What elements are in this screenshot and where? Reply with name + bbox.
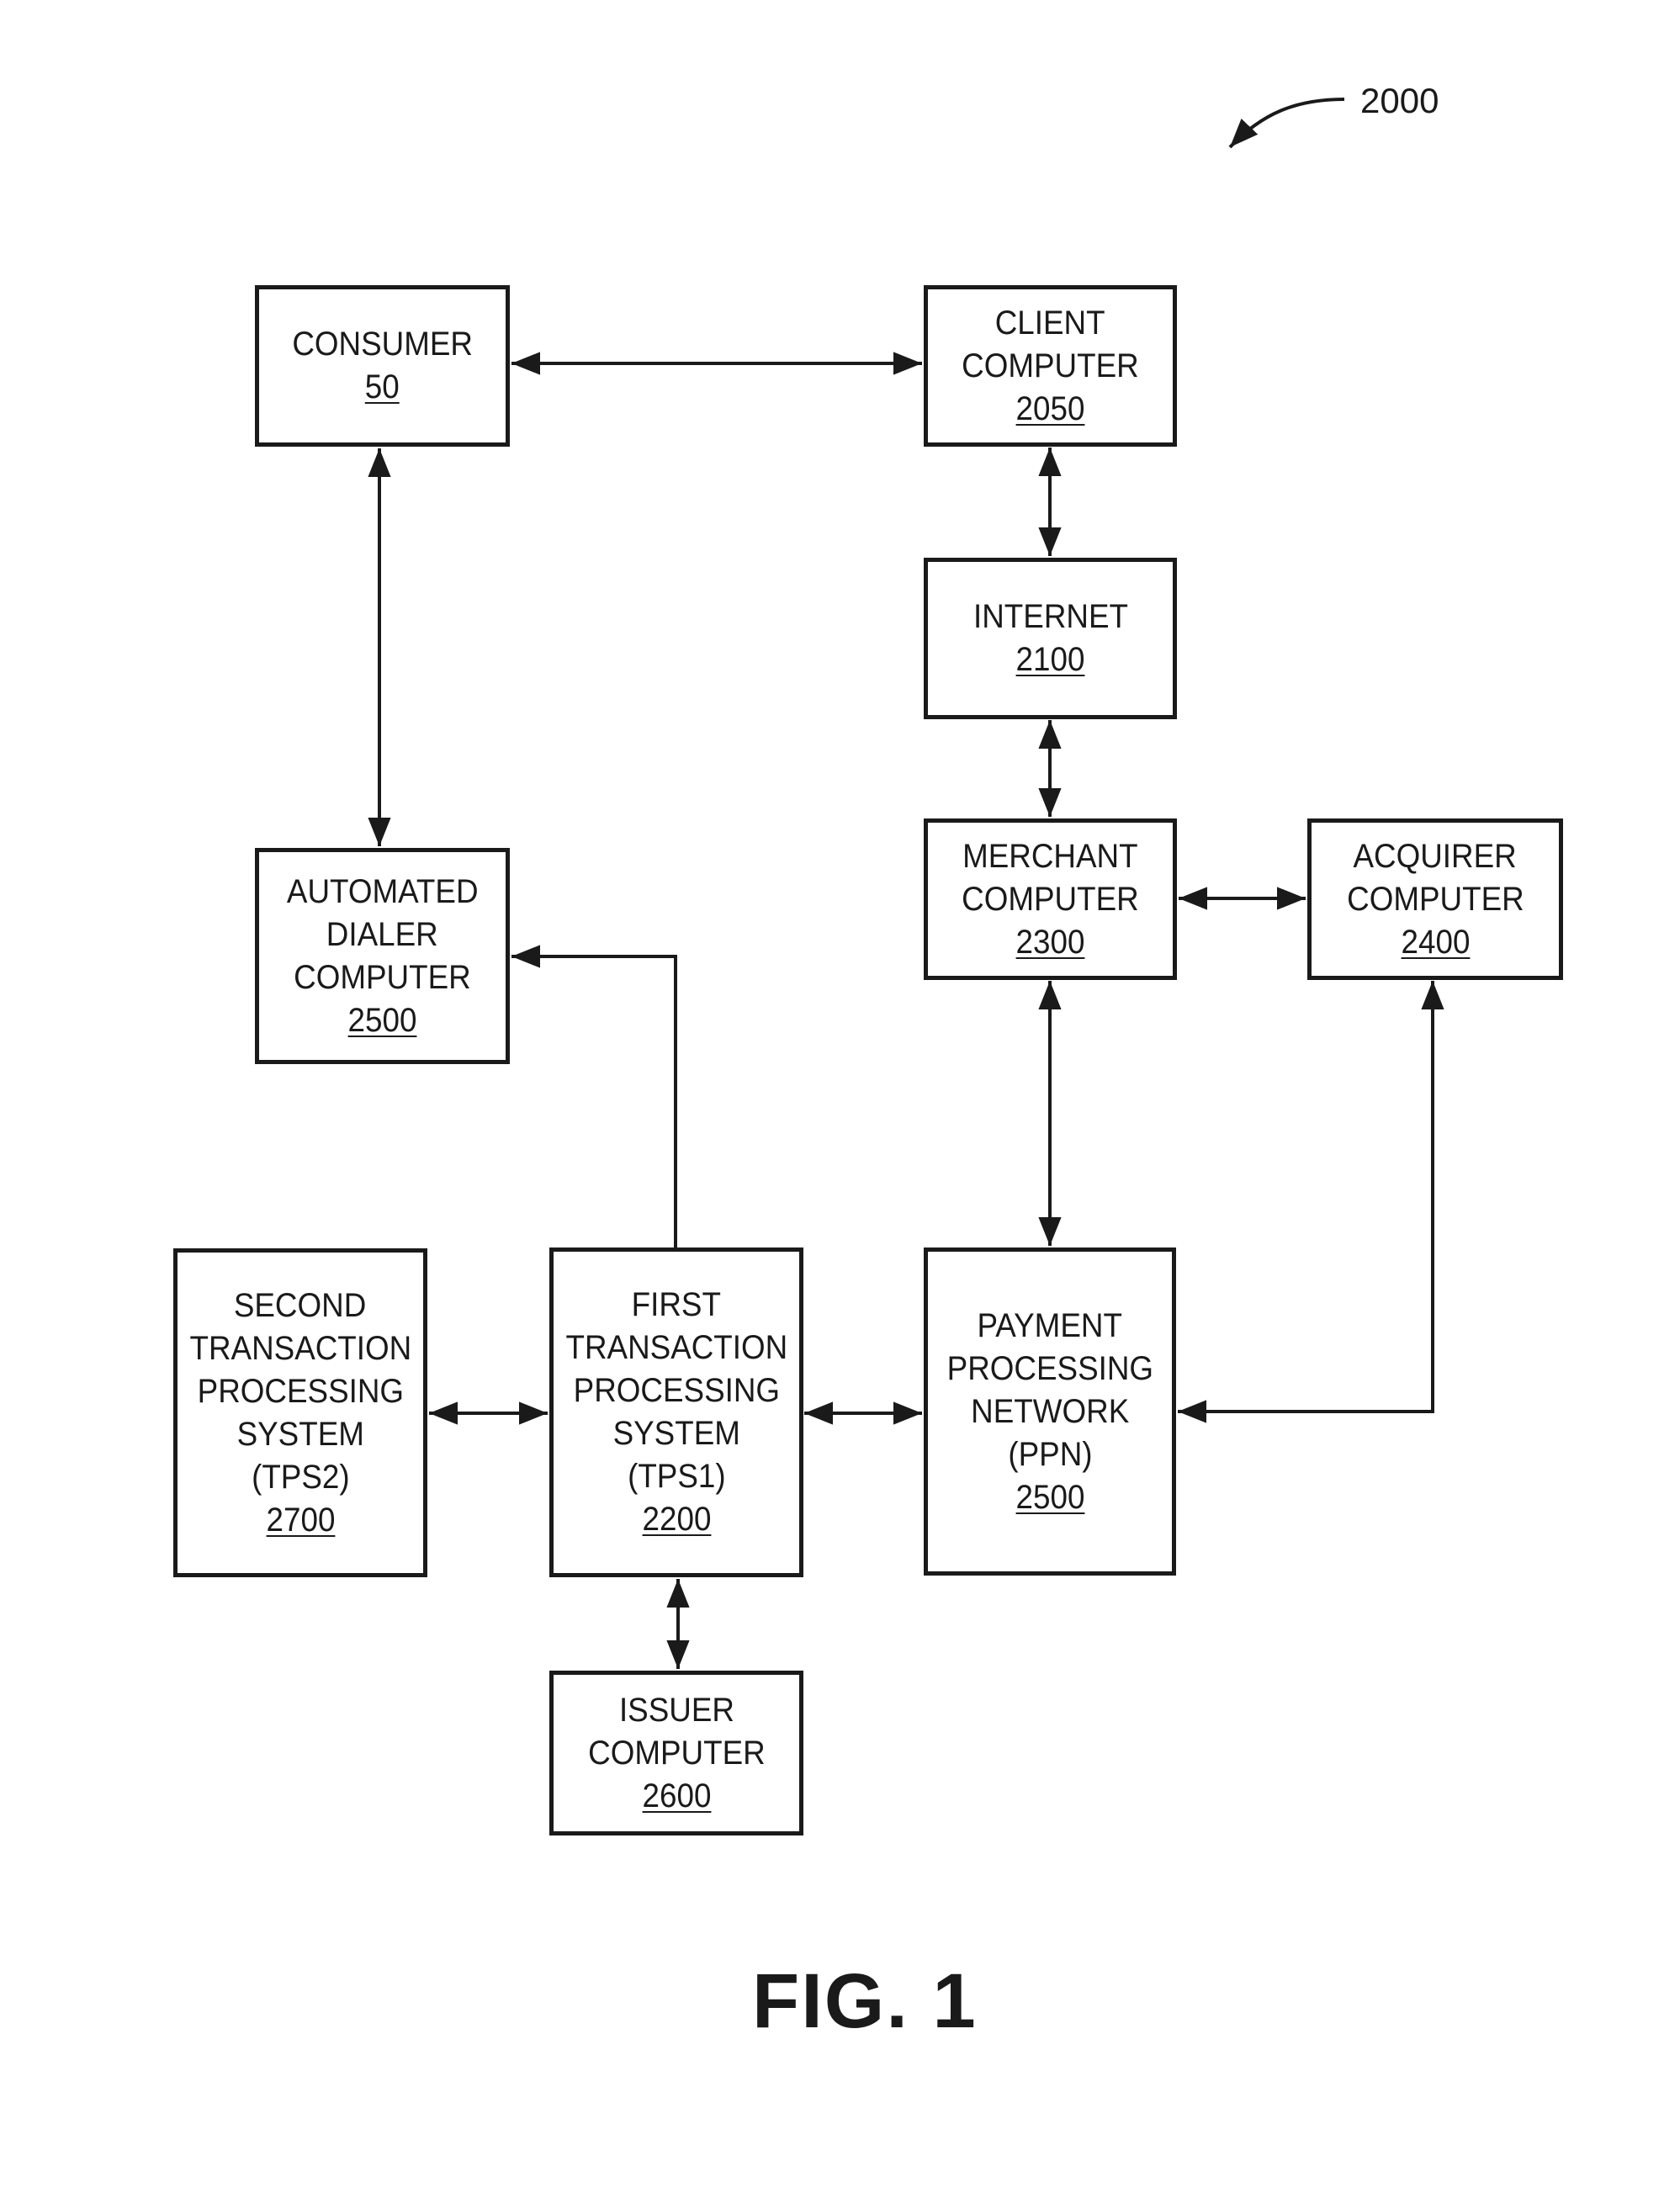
node-label-line: FIRST	[631, 1286, 722, 1323]
node-label-line: INTERNET	[972, 598, 1128, 635]
node-issuer-computer: ISSUER COMPUTER 2600	[549, 1671, 803, 1835]
node-reference-number-wrap: 2200	[642, 1498, 711, 1541]
node-label-line: AUTOMATED	[286, 872, 479, 910]
node-acquirer-computer: ACQUIRER COMPUTER 2400	[1307, 818, 1563, 980]
node-reference-number: 2300	[1015, 923, 1085, 961]
node-reference-number-wrap: 2300	[1016, 921, 1085, 964]
node-first-transaction-processing-system: FIRST TRANSACTION PROCESSING SYSTEM (TPS1) 22…	[549, 1247, 803, 1577]
node-reference-number-wrap: 2100	[1016, 638, 1085, 681]
node-reference-number: 2100	[1015, 641, 1085, 678]
node-label-line: (TPS1)	[627, 1458, 726, 1495]
node-label-line: PROCESSING	[573, 1372, 780, 1409]
node-reference-number-wrap: 50	[365, 366, 400, 409]
node-label-line: TRANSACTION	[565, 1329, 787, 1366]
node-label-line: SECOND	[234, 1286, 367, 1324]
node-second-transaction-processing-system: SECOND TRANSACTION PROCESSING SYSTEM (TPS2) 2…	[173, 1248, 427, 1577]
diagram-canvas: 2000 CONSUMER 50 CLIENT COMPUTER 2050 INTER…	[0, 0, 1680, 2193]
node-label-line: SYSTEM	[612, 1415, 740, 1452]
node-label-line: NETWORK	[970, 1392, 1130, 1430]
node-reference-number: 2200	[642, 1501, 711, 1538]
node-reference-number-wrap: 2050	[1016, 388, 1085, 431]
node-label-line: COMPUTER	[1346, 880, 1524, 918]
node-reference-number: 2400	[1401, 923, 1470, 961]
node-label-line: (PPN)	[1007, 1435, 1093, 1473]
node-label-line: PROCESSING	[946, 1349, 1153, 1387]
node-reference-number-wrap: 2700	[266, 1499, 335, 1542]
node-reference-number-wrap: 2500	[348, 999, 417, 1042]
node-reference-number-wrap: 2500	[1015, 1476, 1084, 1519]
node-reference-number-wrap: 2600	[642, 1775, 711, 1818]
node-reference-number: 2600	[642, 1777, 711, 1814]
node-consumer: CONSUMER 50	[255, 285, 510, 447]
node-label-line: ISSUER	[618, 1691, 734, 1729]
node-label-line: PAYMENT	[977, 1306, 1123, 1344]
node-label-line: SYSTEM	[236, 1415, 364, 1453]
node-label-line: DIALER	[326, 915, 438, 953]
node-client-computer: CLIENT COMPUTER 2050	[924, 285, 1177, 447]
node-label-line: PROCESSING	[197, 1372, 404, 1410]
connector-layer	[368, 98, 1444, 1669]
node-automated-dialer-computer: AUTOMATED DIALER COMPUTER 2500	[255, 848, 510, 1064]
node-payment-processing-network: PAYMENT PROCESSING NETWORK (PPN) 2500	[924, 1247, 1176, 1576]
node-reference-number-wrap: 2400	[1401, 921, 1470, 964]
figure-title: FIG. 1	[752, 1958, 978, 2044]
node-label-line: CLIENT	[995, 304, 1105, 342]
node-reference-number: 2700	[266, 1501, 335, 1539]
node-reference-number: 2050	[1015, 389, 1085, 427]
figure-reference-number: 2000	[1360, 81, 1439, 120]
node-label-line: (TPS2)	[251, 1458, 350, 1496]
node-label-line: COMPUTER	[587, 1734, 766, 1772]
node-reference-number: 2500	[347, 1001, 417, 1039]
node-label-line: CONSUMER	[292, 326, 473, 363]
node-merchant-computer: MERCHANT COMPUTER 2300	[924, 818, 1177, 980]
node-label-line: TRANSACTION	[189, 1329, 411, 1367]
node-label-line: COMPUTER	[294, 958, 471, 996]
node-label-line: COMPUTER	[962, 347, 1139, 384]
reference-leader-arrow	[1228, 98, 1345, 149]
node-reference-number: 2500	[1015, 1478, 1084, 1516]
edge-tps1-dialer	[511, 945, 677, 1247]
node-label-line: COMPUTER	[962, 880, 1139, 918]
node-internet: INTERNET 2100	[924, 558, 1177, 719]
node-label-line: MERCHANT	[962, 837, 1138, 875]
node-label-line: ACQUIRER	[1353, 837, 1518, 875]
node-reference-number: 50	[365, 368, 400, 405]
edge-ppn-acquirer	[1178, 981, 1444, 1423]
